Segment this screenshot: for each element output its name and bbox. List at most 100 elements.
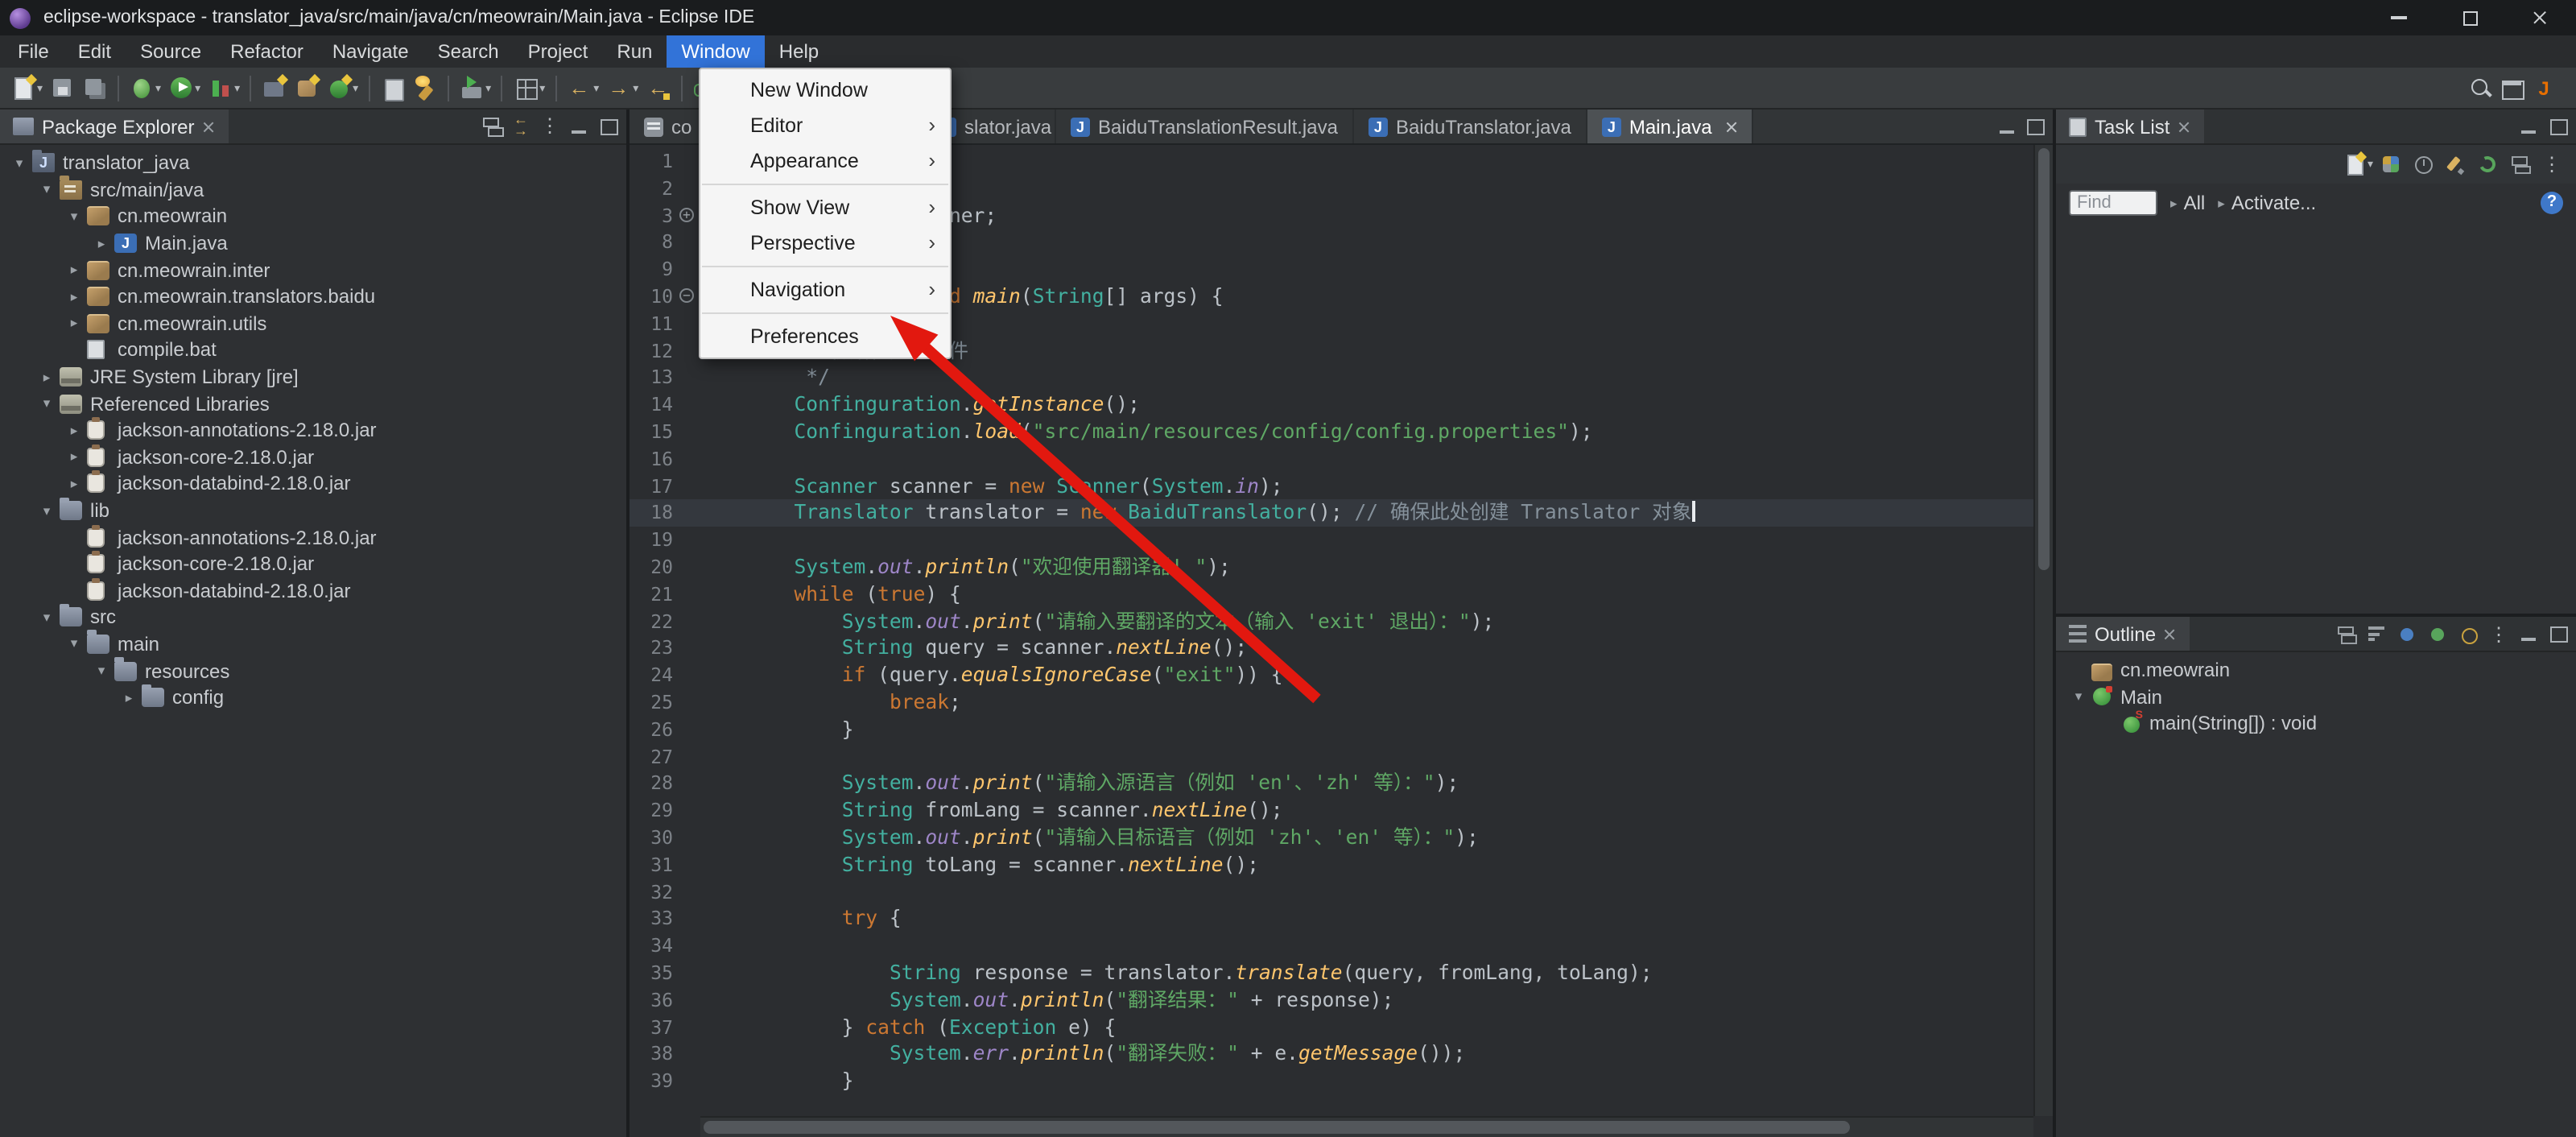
menu-refactor[interactable]: Refactor [216,35,318,68]
menu-item-new-window[interactable]: New Window [700,72,950,108]
search-button[interactable] [408,70,440,105]
external-tools-button[interactable]: ▾ [455,70,494,105]
collapse-all-button[interactable] [2505,150,2534,179]
maximize-view-icon[interactable] [594,114,621,139]
maximize-button[interactable] [2434,0,2505,35]
annotation-navigation-button[interactable]: ▾ [509,70,548,105]
hide-non-public-button[interactable] [2454,619,2483,648]
fold-marker-icon[interactable]: − [678,283,699,311]
java-perspective-button[interactable] [2528,70,2560,105]
help-icon[interactable] [2541,192,2563,214]
minimize-view-icon[interactable] [565,114,592,139]
sort-button[interactable] [2362,619,2391,648]
collapse-arrow-icon[interactable]: ▾ [37,395,56,412]
tree-item[interactable]: compile.bat [0,337,626,363]
tree-item[interactable]: ▸Main.java [0,230,626,257]
maximize-view-icon[interactable] [2544,621,2571,647]
tree-item[interactable]: ▾main [0,631,626,657]
outline-item[interactable]: cn.meowrain [2056,657,2576,684]
tree-item[interactable]: ▾src/main/java [0,176,626,203]
new-task-button[interactable]: ▾ [2344,150,2373,179]
minimize-button[interactable] [2363,0,2434,35]
menu-navigate[interactable]: Navigate [318,35,423,68]
collapse-arrow-icon[interactable]: ▾ [64,208,84,225]
tree-item[interactable]: ▸cn.meowrain.utils [0,310,626,337]
close-icon[interactable] [202,120,215,133]
tree-item[interactable]: jackson-databind-2.18.0.jar [0,577,626,604]
vertical-scrollbar[interactable] [2033,145,2053,1116]
menu-source[interactable]: Source [126,35,216,68]
close-icon[interactable] [2164,627,2177,640]
menu-item-show-view[interactable]: Show View› [700,190,950,225]
collapse-arrow-icon[interactable]: ▾ [37,181,56,199]
new-wizard-button[interactable]: ▾ [6,70,46,105]
menu-run[interactable]: Run [602,35,667,68]
collapse-all-icon[interactable] [478,114,506,139]
expand-arrow-icon[interactable]: ▸ [64,421,84,439]
close-icon[interactable] [2178,120,2190,133]
expand-arrow-icon[interactable]: ▸ [92,234,111,252]
hide-fields-button[interactable] [2392,619,2421,648]
fold-marker-icon[interactable]: + [678,202,699,229]
view-menu-button[interactable] [2537,150,2566,179]
menu-item-appearance[interactable]: Appearance› [700,143,950,179]
editor-tab-baidutranslator-java[interactable]: BaiduTranslator.java [1354,110,1587,143]
hide-static-button[interactable] [2423,619,2452,648]
open-task-button[interactable] [376,70,408,105]
link-with-editor-icon[interactable] [507,114,535,139]
coverage-button[interactable]: ▾ [204,70,243,105]
forward-button[interactable]: ▾ [602,70,642,105]
menu-help[interactable]: Help [765,35,833,68]
collapse-arrow-icon[interactable]: ▾ [92,662,111,680]
expand-arrow-icon[interactable]: ▸ [64,475,84,493]
run-button[interactable]: ▾ [164,70,204,105]
tree-item[interactable]: jackson-core-2.18.0.jar [0,551,626,577]
debug-button[interactable]: ▾ [125,70,164,105]
tree-item[interactable]: jackson-annotations-2.18.0.jar [0,524,626,551]
maximize-view-icon[interactable] [2544,114,2571,139]
synchronize-button[interactable] [2473,150,2502,179]
task-list-tab[interactable]: Task List [2056,110,2203,143]
collapse-arrow-icon[interactable]: ▾ [10,155,29,172]
tree-item[interactable]: ▸cn.meowrain.inter [0,257,626,283]
collapse-arrow-icon[interactable]: ▾ [2069,688,2088,706]
expand-arrow-icon[interactable]: ▸ [64,261,84,279]
menu-item-navigation[interactable]: Navigation› [700,272,950,308]
tree-item[interactable]: ▸jackson-core-2.18.0.jar [0,444,626,470]
menu-item-editor[interactable]: Editor› [700,108,950,143]
task-activate[interactable]: ▸ Activate... [2218,192,2316,214]
expand-arrow-icon[interactable]: ▸ [37,368,56,386]
maximize-view-icon[interactable] [2021,113,2048,139]
outline-item[interactable]: ▾Main [2056,684,2576,710]
view-menu-icon[interactable] [536,114,564,139]
new-package-button[interactable] [290,70,322,105]
tree-item[interactable]: ▾cn.meowrain [0,203,626,229]
tree-item[interactable]: ▾Referenced Libraries [0,391,626,417]
close-icon[interactable] [1725,120,1738,133]
task-filter-all[interactable]: ▸ All [2170,192,2205,214]
view-menu-button[interactable] [2484,619,2513,648]
tree-item[interactable]: ▾src [0,604,626,631]
editor-tab-baidutranslationresult-java[interactable]: BaiduTranslationResult.java [1056,110,1354,143]
collapse-arrow-icon[interactable]: ▾ [64,635,84,653]
horizontal-scrollbar-thumb[interactable] [704,1121,1850,1134]
save-all-button[interactable] [78,70,110,105]
expand-arrow-icon[interactable]: ▸ [119,688,138,706]
tree-item[interactable]: ▸jackson-annotations-2.18.0.jar [0,417,626,444]
outline-item[interactable]: main(String[]) : void [2056,710,2576,737]
menu-edit[interactable]: Edit [64,35,126,68]
scheduled-button[interactable] [2409,150,2438,179]
expand-arrow-icon[interactable]: ▸ [64,315,84,333]
tree-item[interactable]: ▸jackson-databind-2.18.0.jar [0,470,626,497]
quick-access-search-button[interactable] [2463,70,2496,105]
collapse-all-button[interactable] [2331,619,2360,648]
outline-tab[interactable]: Outline [2056,617,2190,651]
vertical-scrollbar-thumb[interactable] [2038,148,2050,570]
package-explorer-tab[interactable]: Package Explorer [0,110,228,143]
tree-item[interactable]: ▾resources [0,658,626,684]
tree-item[interactable]: ▸JRE System Library [jre] [0,364,626,391]
menu-file[interactable]: File [3,35,64,68]
new-class-button[interactable]: ▾ [322,70,361,105]
menu-item-perspective[interactable]: Perspective› [700,225,950,261]
tree-item[interactable]: ▾translator_java [0,150,626,176]
